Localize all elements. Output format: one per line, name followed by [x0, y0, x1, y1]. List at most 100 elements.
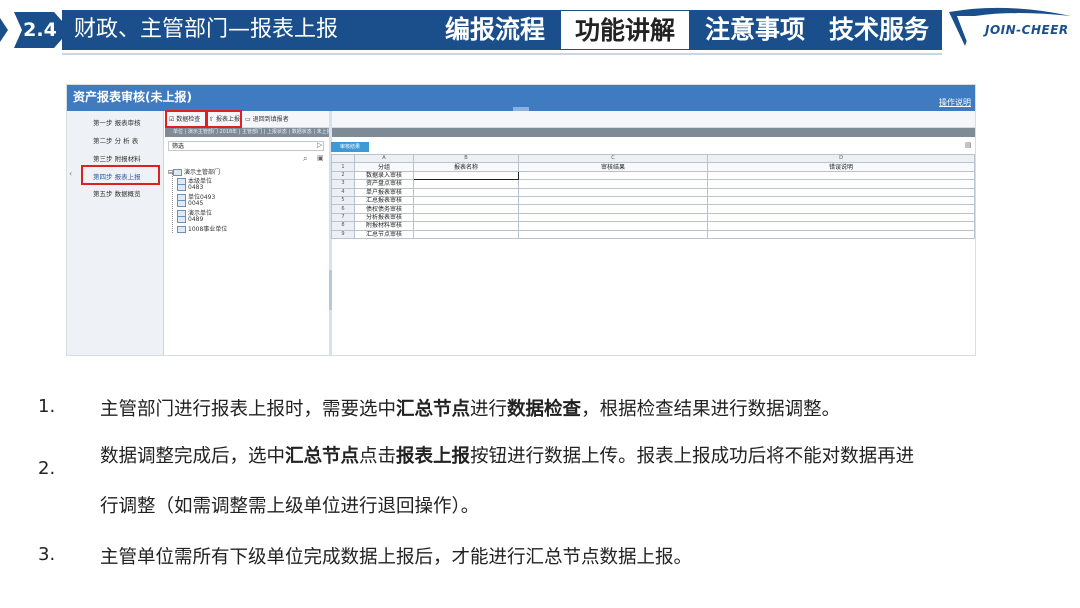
filter-go-icon[interactable]: ▷	[317, 141, 322, 149]
return-label: 退回到填报者	[252, 116, 289, 123]
table-row: 7 分析报表审核	[331, 212, 975, 223]
tree-node-root[interactable]: ⊟ 演示主管部门	[168, 167, 220, 176]
header-cell[interactable]: 报表名称	[413, 162, 519, 172]
table-cell[interactable]	[707, 212, 975, 223]
table-cell[interactable]	[518, 229, 708, 239]
row-number: 7	[331, 212, 355, 223]
header-cell[interactable]: 分组	[354, 162, 414, 172]
step-item-overview[interactable]: 第五步 数据概览	[93, 188, 141, 198]
logo-text: JOIN-CHEER	[985, 23, 1069, 37]
highlight-box-check	[165, 110, 207, 128]
folder-icon	[173, 169, 183, 176]
table-cell[interactable]	[707, 204, 975, 214]
review-grid: A B C D 1 分组 报表名称 审核结果 错误说明 2 数据录入审核 3 资产盘…	[331, 153, 975, 239]
text-segment: 数据调整完成后，选中	[100, 446, 286, 467]
row-number: 8	[331, 221, 355, 231]
column-letter-row: A B C D	[331, 153, 975, 164]
expand-icon[interactable]: ▤	[965, 141, 972, 149]
group-cell[interactable]: 单户报表审核	[354, 187, 414, 197]
table-cell[interactable]	[518, 221, 708, 231]
row-number: 5	[331, 195, 355, 206]
header-cell[interactable]: 错误说明	[707, 162, 975, 172]
unit-icon	[177, 226, 186, 233]
group-cell[interactable]: 分析报表审核	[354, 212, 414, 223]
tree-guide	[172, 173, 173, 233]
bold-term: 报表上报	[396, 446, 471, 467]
tree-node[interactable]: 0045	[177, 200, 203, 207]
row-number: 1	[331, 162, 355, 172]
tree-toggle-icon[interactable]: ▣	[317, 154, 324, 162]
unit-icon	[177, 184, 186, 191]
tree-node[interactable]: 1008事业单位	[177, 224, 227, 233]
app-title: 资产报表审核(未上报)	[73, 90, 192, 104]
bold-term: 汇总节点	[396, 399, 471, 420]
table-cell[interactable]	[707, 229, 975, 239]
table-cell[interactable]	[413, 187, 519, 197]
nav-tab-label: 功能讲解	[574, 16, 675, 45]
nav-tab-support[interactable]: 技术服务	[820, 10, 938, 50]
table-cell[interactable]	[518, 170, 708, 181]
text-segment: 点击	[359, 446, 397, 467]
table-cell[interactable]	[413, 212, 519, 223]
slide-header: 2.4 财政、主管部门—报表上报 编报流程 功能讲解 注意事项 技术服务 JOI…	[0, 0, 1080, 64]
table-cell[interactable]	[518, 212, 708, 223]
column-letter[interactable]: C	[518, 153, 708, 164]
table-cell[interactable]	[413, 179, 519, 189]
scrollbar[interactable]	[329, 270, 332, 310]
search-icon[interactable]: ⌕	[303, 154, 307, 164]
table-cell-selected[interactable]	[413, 170, 519, 181]
sidebar-collapse-icon[interactable]: ‹	[69, 169, 72, 178]
header-cell[interactable]: 审核结果	[518, 162, 708, 172]
corner-cell	[331, 153, 355, 164]
group-cell[interactable]: 附报材料审核	[354, 221, 414, 231]
table-cell[interactable]	[518, 187, 708, 197]
item-number: 3.	[38, 544, 56, 565]
tree-node-label: 演示主管部门	[184, 169, 221, 176]
group-cell[interactable]: 债权债务审核	[354, 204, 414, 214]
text-segment: ，根据检查结果进行数据调整。	[581, 399, 841, 420]
filter-input[interactable]: 筛选	[168, 141, 324, 151]
table-cell[interactable]	[413, 195, 519, 206]
tree-node[interactable]: 0489	[177, 216, 203, 223]
table-cell[interactable]	[518, 195, 708, 206]
table-cell[interactable]	[707, 221, 975, 231]
column-letter[interactable]: D	[707, 153, 975, 164]
table-cell[interactable]	[518, 204, 708, 214]
group-cell[interactable]: 资产盘点审核	[354, 179, 414, 189]
table-cell[interactable]	[413, 229, 519, 239]
table-cell[interactable]	[413, 221, 519, 231]
highlight-box-step	[81, 165, 160, 185]
column-letter[interactable]: B	[413, 153, 519, 164]
row-number: 6	[331, 204, 355, 214]
tab-review-results[interactable]: 审核结果	[331, 142, 369, 152]
step-item-analysis[interactable]: 第二步 分 析 表	[93, 135, 138, 145]
tree-node[interactable]: 0483	[177, 184, 203, 191]
table-cell[interactable]	[707, 187, 975, 197]
step-item-review[interactable]: 第一步 报表审核	[93, 117, 141, 127]
row-number: 9	[331, 229, 355, 239]
unit-icon	[177, 216, 186, 223]
group-cell[interactable]: 汇总报表审核	[354, 195, 414, 206]
table-cell[interactable]	[413, 204, 519, 214]
section-title: 财政、主管部门—报表上报	[74, 17, 339, 42]
table-row: 5 汇总报表审核	[331, 195, 975, 206]
table-row: 6 债权债务审核	[331, 204, 975, 214]
row-number: 4	[331, 187, 355, 197]
row-number: 2	[331, 170, 355, 181]
group-cell[interactable]: 汇总节点审核	[354, 229, 414, 239]
nav-tab-features[interactable]: 功能讲解	[560, 10, 690, 50]
table-cell[interactable]	[707, 170, 975, 181]
header-rule	[62, 53, 942, 55]
return-button[interactable]: ▭ 退回到填报者	[245, 114, 289, 123]
unit-icon	[177, 200, 186, 207]
row-number: 3	[331, 179, 355, 189]
table-cell[interactable]	[518, 179, 708, 189]
section-number: 2.4	[23, 19, 57, 41]
step-item-attachments[interactable]: 第三步 附报材料	[93, 153, 141, 163]
nav-tab-notes[interactable]: 注意事项	[696, 10, 814, 50]
nav-tab-process[interactable]: 编报流程	[438, 10, 552, 50]
table-cell[interactable]	[707, 179, 975, 189]
table-cell[interactable]	[707, 195, 975, 206]
column-letter[interactable]: A	[354, 153, 414, 164]
group-cell[interactable]: 数据录入审核	[354, 170, 414, 181]
